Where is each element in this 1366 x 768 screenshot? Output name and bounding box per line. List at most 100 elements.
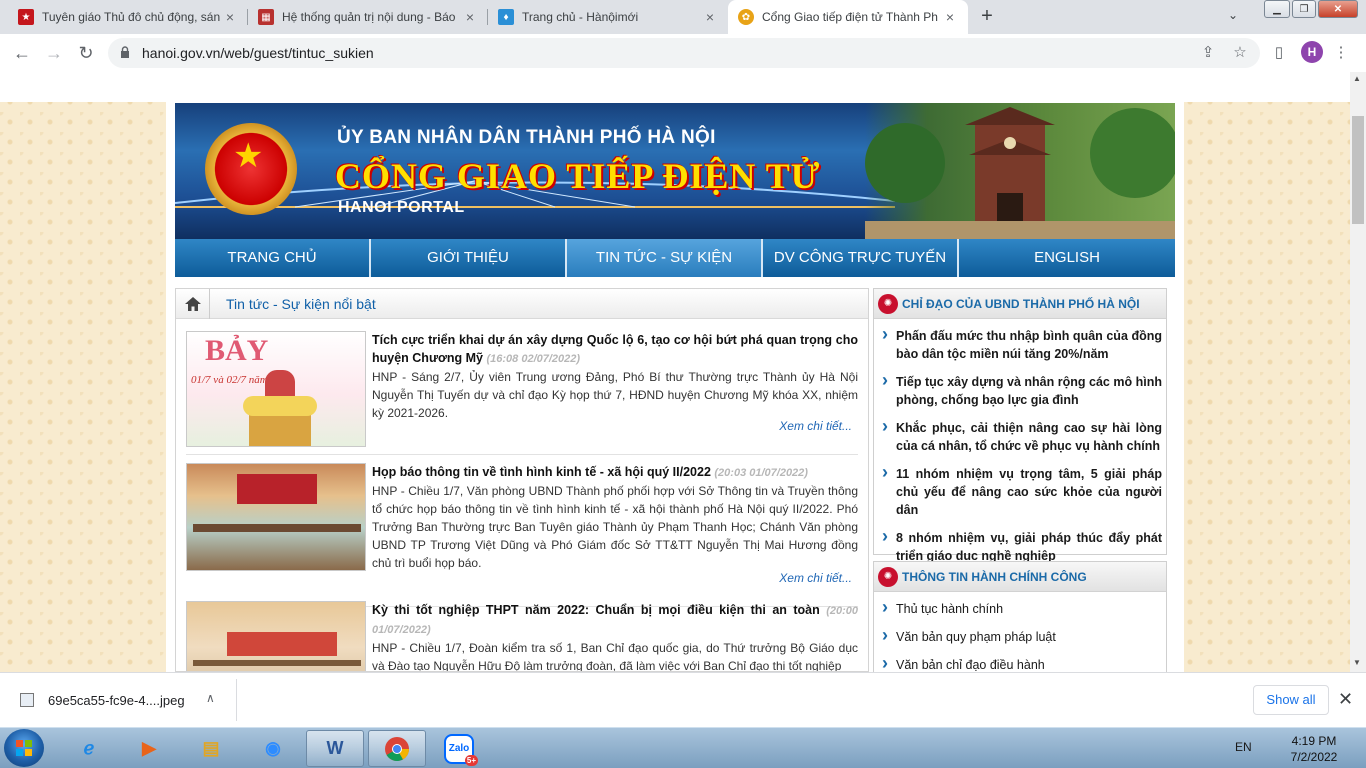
article-title[interactable]: Họp báo thông tin về tình hình kinh tế -… [372, 465, 711, 479]
tab-close-icon[interactable]: × [702, 9, 718, 25]
tab-close-icon[interactable]: × [462, 9, 478, 25]
thumbnail-caption: BẢY [205, 334, 269, 367]
read-more-link[interactable]: Xem chi tiết... [779, 419, 852, 433]
portal-subtitle: HANOI PORTAL [338, 199, 465, 216]
minimize-button[interactable]: ▁ [1264, 0, 1290, 18]
thumbnail-subcaption: 01/7 và 02/7 năm 2 [191, 374, 276, 386]
directive-documents-link[interactable]: Văn bản chỉ đạo điều hành [880, 654, 1162, 672]
directive-link[interactable]: Tiếp tục xây dựng và nhân rộng các mô hì… [880, 371, 1162, 409]
browser-tab[interactable]: ▦ Hệ thống quản trị nội dung - Báo × [248, 0, 488, 34]
close-icon[interactable]: ✕ [1338, 689, 1353, 710]
language-indicator[interactable]: EN [1235, 740, 1252, 754]
article-title[interactable]: Tích cực triển khai dự án xây dựng Quốc … [372, 333, 858, 365]
breadcrumb: Tin tức - Sự kiện nổi bật [176, 289, 868, 319]
tab-title: Cổng Giao tiếp điện tử Thành Ph [762, 10, 938, 24]
windows-logo-icon [16, 740, 32, 756]
file-explorer-icon[interactable]: ▤ [182, 730, 240, 767]
temple-of-literature-image [865, 103, 1175, 239]
maximize-button[interactable]: ❐ [1292, 0, 1316, 18]
zoom-icon[interactable]: ◉ [244, 730, 302, 767]
profile-avatar[interactable]: H [1301, 41, 1323, 63]
downloads-bar: 69e5ca55-fc9e-4....jpeg ∧ Show all ✕ [0, 672, 1366, 727]
tab-favicon-icon: ▦ [258, 9, 274, 25]
new-tab-button[interactable]: + [976, 6, 998, 28]
tab-strip: ★ Tuyên giáo Thủ đô chủ động, sán × ▦ Hệ… [0, 0, 1366, 34]
zalo-icon[interactable]: Zalo 5+ [430, 730, 488, 767]
article-thumbnail[interactable] [186, 463, 366, 571]
word-icon[interactable]: W [306, 730, 364, 767]
news-article: BẢY 01/7 và 02/7 năm 2 Tích cực triển kh… [186, 331, 858, 455]
nav-english[interactable]: ENGLISH [959, 239, 1175, 277]
nav-home[interactable]: TRANG CHỦ [175, 239, 371, 277]
article-thumbnail[interactable] [186, 601, 366, 671]
image-file-icon [20, 693, 34, 707]
news-article: Kỳ thi tốt nghiệp THPT năm 2022: Chuẩn b… [186, 601, 858, 672]
clock-date: 7/2/2022 [1290, 750, 1338, 764]
scroll-up-icon[interactable]: ▲ [1353, 74, 1361, 83]
start-button[interactable] [4, 729, 44, 767]
legal-documents-link[interactable]: Văn bản quy phạm pháp luật [880, 626, 1162, 646]
nav-news-events[interactable]: TIN TỨC - SỰ KIỆN [567, 239, 763, 277]
bookmark-star-icon[interactable]: ☆ [1230, 43, 1250, 63]
forward-icon[interactable]: → [42, 41, 66, 65]
panel-heading: THÔNG TIN HÀNH CHÍNH CÔNG [902, 569, 1087, 584]
show-all-button[interactable]: Show all [1253, 685, 1329, 715]
article-summary: HNP - Sáng 2/7, Ủy viên Trung ương Đảng,… [372, 370, 858, 420]
page-scrollbar[interactable]: ▲ ▼ [1350, 72, 1366, 672]
article-time: (20:03 01/07/2022) [714, 467, 808, 479]
reload-icon[interactable]: ↻ [74, 41, 98, 65]
page-viewport: ★ ỦY BAN NHÂN DÂN THÀNH PHỐ HÀ NỘI CỔNG … [0, 72, 1350, 672]
home-icon[interactable] [176, 289, 210, 319]
directive-link[interactable]: 8 nhóm nhiệm vụ, giải pháp thúc đẩy phát… [880, 527, 1162, 565]
nav-online-services[interactable]: DV CÔNG TRỰC TUYẾN [763, 239, 959, 277]
scroll-down-icon[interactable]: ▼ [1353, 658, 1361, 667]
read-more-link[interactable]: Xem chi tiết... [779, 571, 852, 585]
browser-tab[interactable]: ♦ Trang chủ - Hànộimới × [488, 0, 728, 34]
directive-link[interactable]: 11 nhóm nhiệm vụ trọng tâm, 5 giải pháp … [880, 463, 1162, 519]
hanoi-logo-icon: ✺ [878, 566, 898, 587]
media-player-icon[interactable]: ▶ [120, 730, 178, 767]
directive-link[interactable]: Khắc phục, cải thiện nâng cao sự hài lòn… [880, 417, 1162, 455]
tab-search-icon[interactable]: ⌄ [1228, 8, 1238, 22]
portal-title: CỔNG GIAO TIẾP ĐIỆN TỬ [335, 156, 821, 196]
system-clock[interactable]: 4:19 PM 7/2/2022 [1284, 733, 1344, 765]
url-text: hanoi.gov.vn/web/guest/tintuc_sukien [142, 45, 374, 61]
tab-title: Hệ thống quản trị nội dung - Báo [282, 10, 456, 24]
article-summary: HNP - Chiều 1/7, Đoàn kiểm tra số 1, Ban… [372, 641, 858, 672]
download-file-name[interactable]: 69e5ca55-fc9e-4....jpeg [48, 693, 185, 708]
main-nav: TRANG CHỦ GIỚI THIỆU TIN TỨC - SỰ KIỆN D… [175, 239, 1175, 277]
tab-favicon-icon: ✿ [738, 9, 754, 25]
side-panel-icon[interactable]: ▯ [1268, 42, 1290, 64]
browser-tab[interactable]: ★ Tuyên giáo Thủ đô chủ động, sán × [8, 0, 248, 34]
public-admin-info-panel: ✺ THÔNG TIN HÀNH CHÍNH CÔNG Thủ tục hành… [873, 561, 1167, 672]
scrollbar-thumb[interactable] [1352, 116, 1364, 224]
tab-close-icon[interactable]: × [222, 9, 238, 25]
chevron-up-icon[interactable]: ∧ [206, 691, 215, 705]
window-close-button[interactable]: ✕ [1318, 0, 1358, 18]
chrome-icon[interactable] [368, 730, 426, 767]
hanoi-logo-icon: ✺ [878, 293, 898, 314]
address-bar[interactable]: hanoi.gov.vn/web/guest/tintuc_sukien ⇪ ☆ [108, 38, 1260, 68]
article-title[interactable]: Kỳ thi tốt nghiệp THPT năm 2022: Chuẩn b… [372, 603, 820, 617]
lock-icon [121, 46, 129, 58]
back-icon[interactable]: ← [10, 41, 34, 65]
share-icon[interactable]: ⇪ [1198, 43, 1218, 63]
admin-procedures-link[interactable]: Thủ tục hành chính [880, 598, 1162, 618]
portal-banner: ★ ỦY BAN NHÂN DÂN THÀNH PHỐ HÀ NỘI CỔNG … [175, 103, 1175, 239]
menu-icon[interactable]: ⋮ [1330, 42, 1352, 64]
nav-about[interactable]: GIỚI THIỆU [371, 239, 567, 277]
browser-tab-active[interactable]: ✿ Cổng Giao tiếp điện tử Thành Ph × [728, 0, 968, 34]
city-directives-panel: ✺ CHỈ ĐẠO CỦA UBND THÀNH PHỐ HÀ NỘI Phấn… [873, 288, 1167, 563]
directive-link[interactable]: Phấn đấu mức thu nhập bình quân của đồng… [880, 325, 1162, 363]
tab-favicon-icon: ♦ [498, 9, 514, 25]
news-article: Họp báo thông tin về tình hình kinh tế -… [186, 463, 858, 607]
tab-close-icon[interactable]: × [942, 9, 958, 25]
panel-heading: CHỈ ĐẠO CỦA UBND THÀNH PHỐ HÀ NỘI [902, 296, 1140, 311]
internet-explorer-icon[interactable]: ℯ [60, 730, 118, 767]
org-name: ỦY BAN NHÂN DÂN THÀNH PHỐ HÀ NỘI [337, 127, 716, 148]
article-thumbnail[interactable]: BẢY 01/7 và 02/7 năm 2 [186, 331, 366, 447]
article-summary: HNP - Chiều 1/7, Văn phòng UBND Thành ph… [372, 484, 858, 570]
browser-toolbar: ← → ↻ hanoi.gov.vn/web/guest/tintuc_suki… [0, 34, 1366, 72]
breadcrumb-label[interactable]: Tin tức - Sự kiện nổi bật [210, 296, 376, 312]
portal-page: ★ ỦY BAN NHÂN DÂN THÀNH PHỐ HÀ NỘI CỔNG … [166, 102, 1184, 672]
